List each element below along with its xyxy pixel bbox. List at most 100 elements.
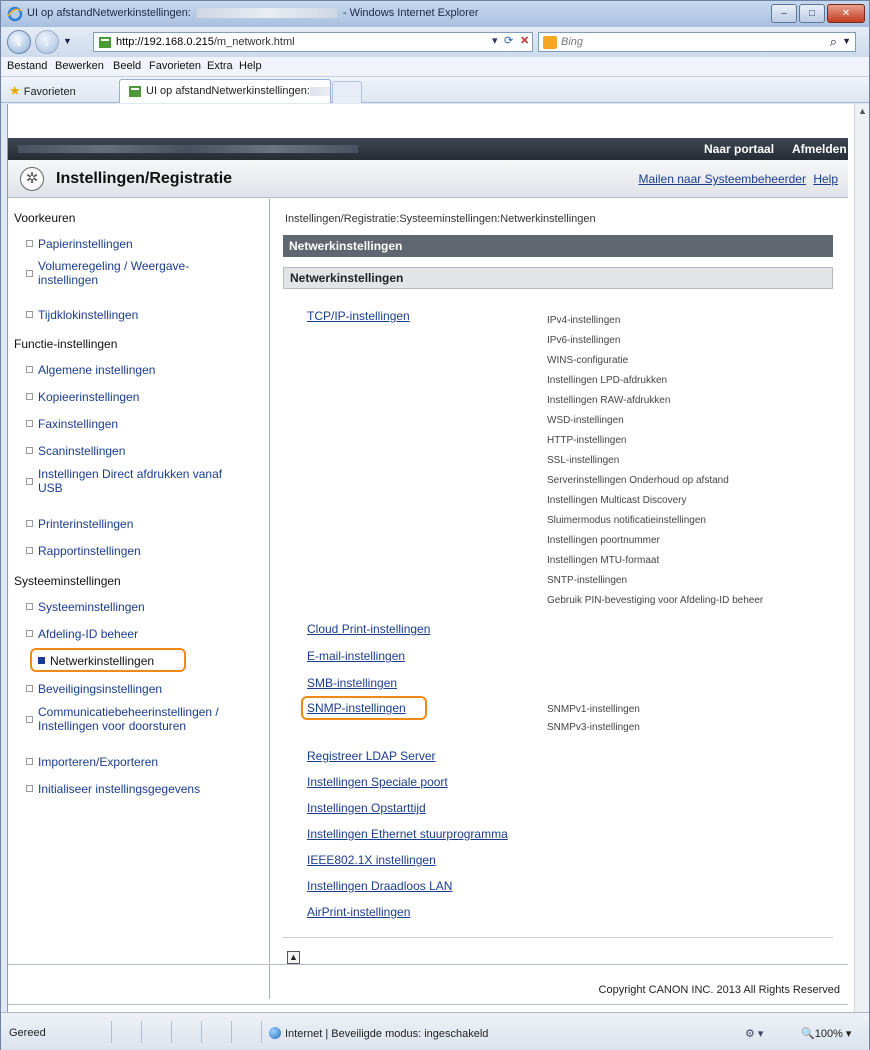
search-placeholder: Bing [561, 36, 584, 48]
email-link[interactable]: E-mail-instellingen [307, 649, 405, 663]
opstarttijd-link[interactable]: Instellingen Opstarttijd [307, 801, 426, 815]
zoom-control[interactable]: 🔍100% ▾ [801, 1027, 851, 1040]
ethernet-link[interactable]: Instellingen Ethernet stuurprogramma [307, 827, 508, 841]
minimize-button[interactable]: – [771, 4, 797, 23]
browser-tab[interactable]: UI op afstandNetwerkinstellingen: [119, 79, 331, 103]
naar-portaal-link[interactable]: Naar portaal [704, 142, 774, 156]
cloud-print-link[interactable]: Cloud Print-instellingen [307, 622, 430, 636]
sidebar-item-fax[interactable]: Faxinstellingen [26, 417, 118, 431]
chevron-down-icon[interactable]: ▼ [842, 36, 851, 46]
header-links: Mailen naar Systeembeheerder Help [635, 172, 838, 186]
bullet-icon [26, 311, 33, 318]
bullet-icon [26, 785, 33, 792]
section-title-bar: Netwerkinstellingen [283, 267, 833, 289]
airprint-link[interactable]: AirPrint-instellingen [307, 905, 410, 919]
divider [141, 1021, 142, 1043]
bullet-icon [26, 269, 33, 277]
bullet-icon [26, 447, 33, 454]
sidebar-item-papier[interactable]: Papierinstellingen [26, 237, 133, 251]
help-link[interactable]: Help [813, 172, 838, 186]
bullet-icon [26, 603, 33, 610]
divider [283, 937, 833, 938]
close-button[interactable]: ✕ [827, 4, 865, 23]
divider [261, 1021, 262, 1043]
speciale-poort-link[interactable]: Instellingen Speciale poort [307, 775, 448, 789]
scroll-up-icon[interactable]: ▲ [858, 106, 867, 116]
sidebar-item-printer[interactable]: Printerinstellingen [26, 517, 133, 531]
sidebar-item-algemene[interactable]: Algemene instellingen [26, 363, 155, 377]
mail-admin-link[interactable]: Mailen naar Systeembeheerder [639, 172, 806, 186]
sidebar-item-importeren[interactable]: Importeren/Exporteren [26, 755, 158, 769]
settings-icon: ✲ [20, 167, 44, 191]
portal-bar: Naar portaal Afmelden [8, 138, 848, 160]
ie-logo-icon [7, 6, 23, 22]
menu-beeld[interactable]: Beeld [113, 60, 141, 72]
menu-bewerken[interactable]: Bewerken [55, 60, 104, 72]
url-input[interactable]: http://192.168.0.215/m_network.html ▾ ⟳ … [93, 32, 533, 52]
sidebar-item-kopieer[interactable]: Kopieerinstellingen [26, 390, 139, 404]
footer-divider [8, 1004, 848, 1005]
sidebar-item-beveiliging[interactable]: Beveiligingsinstellingen [26, 682, 162, 696]
afmelden-link[interactable]: Afmelden [792, 142, 847, 156]
sidebar-item-scan[interactable]: Scaninstellingen [26, 444, 125, 458]
new-tab-button[interactable] [332, 81, 362, 103]
draadloos-lan-link[interactable]: Instellingen Draadloos LAN [307, 879, 452, 893]
divider [171, 1021, 172, 1043]
page-content: Naar portaal Afmelden ✲ Instellingen/Reg… [7, 104, 854, 1012]
divider [111, 1021, 112, 1043]
tcpip-sub-item: WINS-configuratie [547, 355, 629, 366]
menu-bestand[interactable]: Bestand [7, 60, 47, 72]
back-button[interactable]: ‹ [7, 30, 31, 54]
tcpip-sub-item: Instellingen MTU-formaat [547, 555, 660, 566]
chevron-down-icon[interactable]: ▼ [63, 36, 72, 46]
sidebar-item-netwerk[interactable]: Netwerkinstellingen [38, 654, 154, 668]
vertical-scrollbar[interactable]: ▲ [854, 104, 869, 1012]
menu-extra[interactable]: Extra [207, 60, 233, 72]
dropdown-icon[interactable]: ▾ [492, 34, 498, 47]
sidebar-item-volume[interactable]: Volumeregeling / Weergave-instellingen [26, 259, 189, 287]
tcpip-sub-item: Instellingen Multicast Discovery [547, 495, 687, 506]
redacted-text [18, 145, 358, 153]
bullet-icon [26, 520, 33, 527]
refresh-icon[interactable]: ⟳ [504, 34, 513, 47]
sidebar-item-rapport[interactable]: Rapportinstellingen [26, 544, 141, 558]
tcpip-sub-item: HTTP-instellingen [547, 435, 627, 446]
smb-link[interactable]: SMB-instellingen [307, 676, 397, 690]
favorites-button[interactable]: ★ Favorieten [9, 83, 76, 99]
ldap-link[interactable]: Registreer LDAP Server [307, 749, 436, 763]
menu-favorieten[interactable]: Favorieten [149, 60, 201, 72]
zoom-icon: 🔍 [801, 1028, 815, 1040]
sidebar-item-systeem[interactable]: Systeeminstellingen [26, 600, 145, 614]
sidebar-item-initialiseer[interactable]: Initialiseer instellingsgegevens [26, 782, 200, 796]
bing-icon [543, 36, 557, 49]
sidebar-section-systeem: Systeeminstellingen [14, 574, 121, 588]
maximize-button[interactable]: □ [799, 4, 825, 23]
tcpip-link[interactable]: TCP/IP-instellingen [307, 309, 410, 323]
search-input[interactable]: Bing ⌕ ▼ [538, 32, 856, 52]
bullet-icon [26, 477, 33, 485]
stop-icon[interactable]: ✕ [520, 34, 529, 47]
bullet-icon [26, 393, 33, 400]
search-icon[interactable]: ⌕ [830, 34, 837, 50]
menu-help[interactable]: Help [239, 60, 262, 72]
protected-mode-icon[interactable]: ⚙ ▾ [745, 1027, 763, 1040]
ieee8021x-link[interactable]: IEEE802.1X instellingen [307, 853, 436, 867]
tcpip-sub-item: SNTP-instellingen [547, 575, 628, 586]
bullet-icon [26, 630, 33, 637]
title-bar: UI op afstandNetwerkinstellingen: - Windo… [1, 1, 869, 27]
sidebar-item-direct-afdrukken[interactable]: Instellingen Direct afdrukken vanaf USB [26, 467, 222, 495]
sidebar-item-afdeling[interactable]: Afdeling-ID beheer [26, 627, 138, 641]
scroll-top-button[interactable]: ▲ [287, 951, 300, 964]
divider [201, 1021, 202, 1043]
url-text: http://192.168.0.215/m_network.html [116, 36, 295, 48]
sidebar-section-voorkeuren: Voorkeuren [14, 211, 76, 225]
sidebar-section-functie: Functie-instellingen [14, 337, 118, 351]
sidebar-item-tijdklok[interactable]: Tijdklokinstellingen [26, 308, 138, 322]
security-zone[interactable]: Internet | Beveiligde modus: ingeschakel… [269, 1027, 488, 1040]
page-icon [129, 86, 141, 97]
sidebar-item-communicatie[interactable]: Communicatiebeheerinstellingen / Instelli… [26, 705, 219, 733]
tcpip-sub-item: SSL-instellingen [547, 455, 620, 466]
forward-button[interactable]: › [35, 30, 59, 54]
tcpip-sub-item: Gebruik PIN-bevestiging voor Afdeling-ID… [547, 595, 764, 606]
snmp-link[interactable]: SNMP-instellingen [307, 701, 406, 715]
